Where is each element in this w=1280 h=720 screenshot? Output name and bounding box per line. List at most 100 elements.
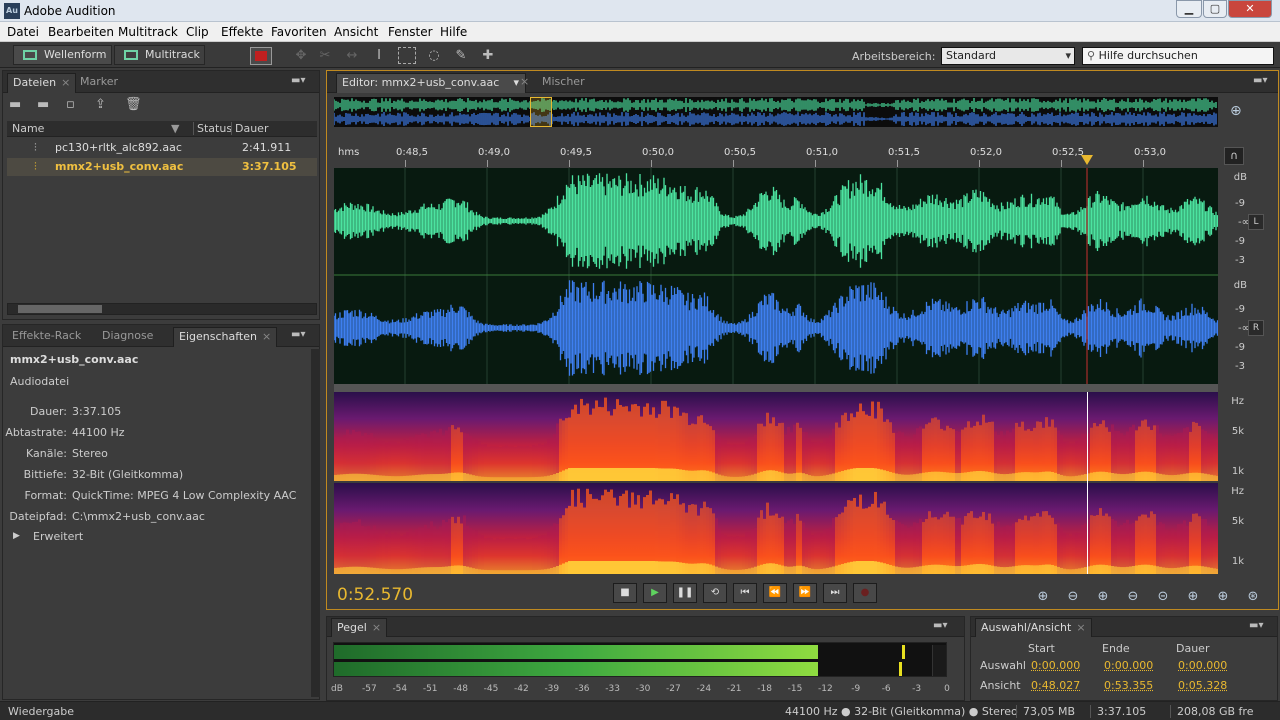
stop-icon[interactable]: ■ (613, 583, 637, 603)
channel-r-toggle[interactable]: R (1248, 320, 1264, 336)
lasso-selection-icon[interactable]: ◌ (425, 47, 443, 64)
selection-end-field[interactable]: 0:00.000 (1104, 659, 1153, 672)
column-name[interactable]: Name (12, 122, 44, 135)
snap-magnet-icon[interactable]: ∩ (1224, 147, 1244, 165)
razor-tool-icon[interactable]: ✂ (316, 47, 334, 64)
tab-pegel[interactable]: Pegel × (331, 618, 388, 637)
view-duration-field[interactable]: 0:05.328 (1178, 679, 1227, 692)
delete-icon[interactable]: 🗑 (125, 97, 142, 112)
record-icon[interactable]: ● (853, 583, 877, 603)
skip-start-icon[interactable]: ⏮ (733, 583, 757, 603)
spectral-display[interactable] (334, 392, 1218, 574)
close-icon[interactable]: × (1076, 621, 1085, 634)
zoom-in-start-icon[interactable]: ⊕ (1183, 589, 1203, 605)
file-row-selected[interactable]: ⫶ mmx2+usb_conv.aac 3:37.105 (7, 158, 317, 176)
zoom-in-amplitude-icon[interactable]: ⊕ (1033, 589, 1053, 605)
zoom-navigator-icon[interactable]: ⊕ (1230, 103, 1250, 121)
time-display[interactable]: 0:52.570 (337, 585, 413, 605)
pause-icon[interactable]: ❚❚ (673, 583, 697, 603)
menu-datei[interactable]: Datei (7, 25, 39, 39)
zoom-selection-icon[interactable]: ⊛ (1243, 589, 1263, 605)
menu-effekte[interactable]: Effekte (221, 25, 263, 39)
menu-favoriten[interactable]: Favoriten (271, 25, 327, 39)
maximize-button[interactable]: ▢ (1203, 0, 1227, 18)
menu-hilfe[interactable]: Hilfe (440, 25, 467, 39)
selection-duration-field[interactable]: 0:00.000 (1178, 659, 1227, 672)
close-button[interactable]: ✕ (1228, 0, 1272, 18)
tab-diagnose[interactable]: Diagnose (97, 327, 158, 347)
panel-menu-icon[interactable]: ▬▾ (1253, 75, 1267, 87)
tab-mischer[interactable]: Mischer (537, 73, 590, 93)
open-folder-icon[interactable]: ▬ (9, 97, 21, 112)
zoom-out-full-icon[interactable]: ⊝ (1153, 589, 1173, 605)
file-name: mmx2+usb_conv.aac (55, 160, 184, 173)
advanced-toggle[interactable]: ▶ Erweitert (13, 530, 133, 546)
properties-scrollbar[interactable] (311, 349, 320, 697)
import-icon[interactable]: ▬ (37, 97, 49, 112)
overview-view-window[interactable] (530, 97, 552, 127)
waveform-view-button[interactable]: Wellenform (13, 45, 112, 65)
loop-icon[interactable]: ⟲ (703, 583, 727, 603)
multitrack-view-button[interactable]: Multitrack (114, 45, 205, 65)
close-icon[interactable]: × (520, 75, 529, 88)
menu-ansicht[interactable]: Ansicht (334, 25, 378, 39)
spectrogram-low-band (862, 561, 865, 574)
menu-clip[interactable]: Clip (186, 25, 209, 39)
playhead-marker-icon[interactable] (1081, 155, 1093, 165)
time-ruler[interactable]: hms 0:48,5 0:49,0 0:49,5 0:50,0 0:50,5 0:51,0… (334, 147, 1218, 167)
spot-healing-icon[interactable]: ✚ (479, 47, 497, 64)
marquee-selection-icon[interactable] (398, 47, 416, 64)
zoom-out-time-icon[interactable]: ⊖ (1123, 589, 1143, 605)
view-start-field[interactable]: 0:48.027 (1031, 679, 1080, 692)
close-icon[interactable]: × (372, 621, 381, 634)
waveform-display[interactable] (334, 168, 1218, 384)
skip-end-icon[interactable]: ⏭ (823, 583, 847, 603)
rewind-icon[interactable]: ⏪ (763, 583, 787, 603)
menu-fenster[interactable]: Fenster (388, 25, 433, 39)
tab-effekte-rack[interactable]: Effekte-Rack (7, 327, 86, 347)
panel-menu-icon[interactable]: ▬▾ (1249, 620, 1263, 632)
view-end-field[interactable]: 0:53.355 (1104, 679, 1153, 692)
overview-navigator[interactable] (334, 97, 1218, 127)
close-icon[interactable]: × (61, 76, 70, 89)
move-tool-icon[interactable]: ✥ (292, 47, 310, 64)
play-icon[interactable]: ▶ (643, 583, 667, 603)
menu-bearbeiten[interactable]: Bearbeiten (48, 25, 114, 39)
spectral-splitter[interactable] (334, 384, 1218, 392)
scrollbar-thumb[interactable] (18, 305, 102, 313)
chevron-down-icon[interactable]: ▾ (513, 74, 519, 92)
spectrogram-low-band (1006, 567, 1009, 574)
minimize-button[interactable]: ▁ (1176, 0, 1202, 18)
zoom-in-time-icon[interactable]: ⊕ (1093, 589, 1113, 605)
brush-selection-icon[interactable]: ✎ (452, 47, 470, 64)
files-horizontal-scrollbar[interactable] (7, 303, 317, 315)
slip-tool-icon[interactable]: ↔ (343, 47, 361, 64)
column-duration[interactable]: Dauer (231, 122, 268, 135)
menu-multitrack[interactable]: Multitrack (118, 25, 178, 39)
help-search-input[interactable]: ⚲ Hilfe durchsuchen (1082, 47, 1274, 65)
new-file-icon[interactable]: ▫ (66, 97, 75, 112)
tab-dateien[interactable]: Dateien × (7, 73, 77, 93)
fast-forward-icon[interactable]: ⏩ (793, 583, 817, 603)
zoom-out-amplitude-icon[interactable]: ⊖ (1063, 589, 1083, 605)
tab-editor[interactable]: Editor: mmx2+usb_conv.aac ▾ (336, 73, 526, 93)
panel-menu-icon[interactable]: ▬▾ (933, 620, 947, 632)
close-icon[interactable]: × (262, 330, 271, 343)
selection-start-field[interactable]: 0:00.000 (1031, 659, 1080, 672)
tab-auswahl-ansicht[interactable]: Auswahl/Ansicht × (975, 618, 1092, 637)
workspace-select[interactable]: Standard ▾ (941, 47, 1075, 65)
clip-indicator[interactable] (932, 645, 946, 676)
file-row[interactable]: ⫶ pc130+rltk_alc892.aac 2:41.911 (7, 139, 317, 157)
spectrogram-low-band (1036, 472, 1039, 481)
column-status[interactable]: Status (193, 122, 232, 135)
tab-eigenschaften[interactable]: Eigenschaften × (173, 327, 278, 347)
spectrogram-low-band (841, 563, 844, 574)
panel-menu-icon[interactable]: ▬▾ (291, 329, 305, 341)
channel-l-toggle[interactable]: L (1248, 214, 1264, 230)
zoom-in-end-icon[interactable]: ⊕ (1213, 589, 1233, 605)
tab-marker[interactable]: Marker (75, 73, 123, 93)
panel-menu-icon[interactable]: ▬▾ (291, 75, 305, 87)
time-selection-icon[interactable]: I (370, 47, 388, 64)
spectral-display-button[interactable] (250, 47, 272, 65)
insert-icon[interactable]: ⇪ (95, 97, 106, 112)
